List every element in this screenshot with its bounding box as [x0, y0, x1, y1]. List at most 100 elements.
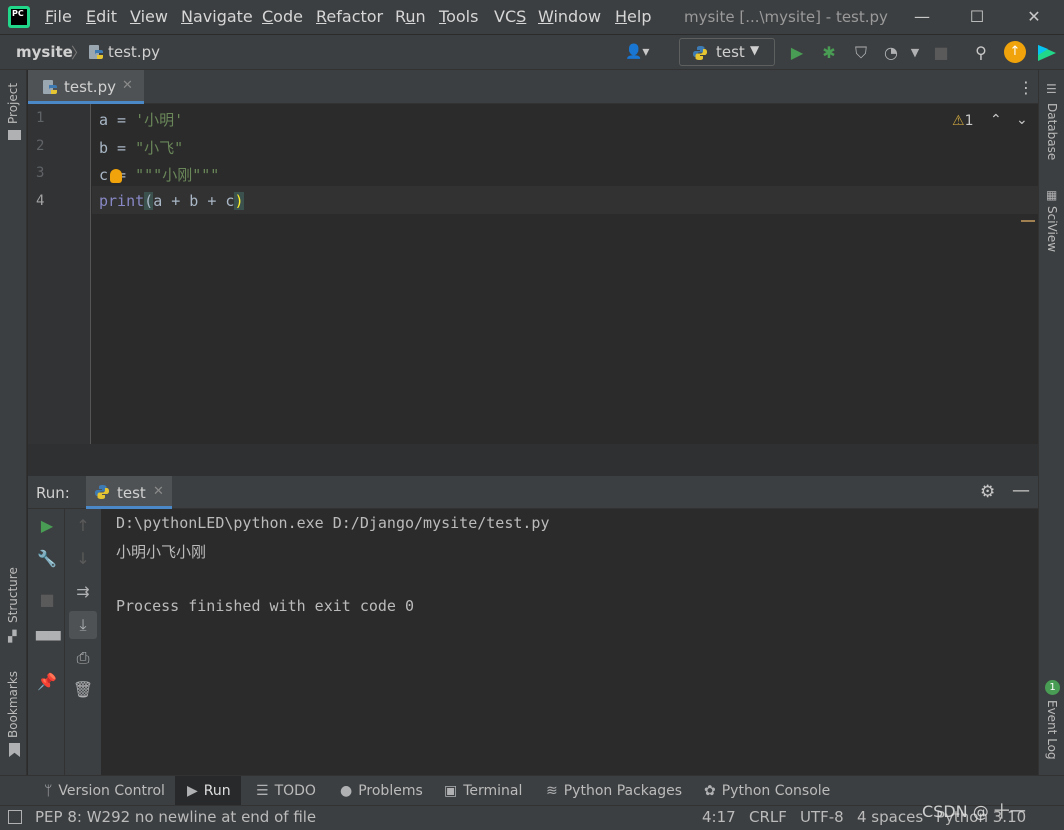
terminal-tab[interactable]: ▣ Terminal [440, 776, 526, 806]
menu-item-text: H [615, 7, 628, 26]
menu-item[interactable]: View [130, 7, 168, 26]
python-file-icon [89, 45, 103, 59]
user-account-icon[interactable]: 👤▾ [625, 44, 655, 62]
sciview-icon: ▦ [1046, 188, 1058, 202]
wrench-icon[interactable]: 🔧 [36, 548, 58, 570]
soft-wrap-icon[interactable]: ⇉ [72, 581, 94, 603]
menu-item-text: indow [553, 7, 602, 26]
menu-item[interactable]: Help [615, 7, 651, 26]
python-console-tab[interactable]: ✿ Python Console [700, 776, 834, 806]
warning-count: 1 [964, 113, 974, 129]
code-token: = [108, 139, 136, 157]
arrow-up-icon[interactable]: ↑ [72, 515, 94, 537]
line-separator[interactable]: CRLF [749, 808, 787, 826]
scroll-to-end-icon[interactable]: ⤓ [69, 611, 97, 639]
tool-window-bar: ᛘ Version Control ▶ Run ☰ TODO ● Problems ▣ T… [0, 775, 1064, 806]
menu-item-text: elp [627, 7, 652, 26]
structure-tool-tab[interactable]: Structure [6, 567, 20, 623]
search-icon[interactable]: ⚲ [970, 42, 992, 64]
stop-icon[interactable]: ■ [930, 42, 952, 64]
coverage-icon[interactable]: ⛉ [850, 42, 872, 64]
rerun-icon[interactable]: ▶ [36, 515, 58, 537]
python-icon: ✿ [704, 783, 716, 799]
project-tool-tab[interactable]: Project [6, 83, 20, 124]
menu-item-text: C [262, 7, 274, 26]
close-tab-icon[interactable]: ✕ [122, 78, 133, 93]
menu-item[interactable]: Refactor [316, 7, 383, 26]
menu-item-text: ile [53, 7, 72, 26]
stop-icon[interactable]: ■ [36, 589, 58, 611]
run-console-output[interactable]: D:\pythonLED\python.exe D:/Django/mysite… [101, 509, 1038, 775]
previous-highlight-icon[interactable]: ⌃ [990, 112, 1002, 128]
sciview-tool-tab[interactable]: SciView [1045, 206, 1059, 252]
menu-item[interactable]: Run [395, 7, 426, 26]
breadcrumb-file[interactable]: test.py [108, 43, 160, 61]
code-token: a + b + c [153, 192, 235, 210]
menu-item[interactable]: Edit [86, 7, 117, 26]
next-highlight-icon[interactable]: ⌄ [1016, 112, 1028, 128]
gear-icon[interactable]: ⚙ [980, 482, 995, 502]
python-packages-tab[interactable]: ≋ Python Packages [542, 776, 686, 806]
arrow-down-icon[interactable]: ↓ [72, 548, 94, 570]
jetbrains-toolbox-icon[interactable] [1036, 43, 1058, 63]
todo-tab[interactable]: ☰ TODO [252, 776, 320, 806]
menu-item[interactable]: VCS [494, 7, 526, 26]
editor-tab-test-py[interactable]: test.py ✕ [28, 70, 144, 104]
toggle-tool-windows-icon[interactable] [8, 810, 22, 824]
menu-item[interactable]: File [45, 7, 72, 26]
version-control-tab[interactable]: ᛘ Version Control [38, 776, 171, 806]
menu-item[interactable]: Window [538, 7, 601, 26]
caret-position[interactable]: 4:17 [702, 808, 736, 826]
bookmarks-tool-tab[interactable]: Bookmarks [6, 671, 20, 738]
scrollbar-marker[interactable] [1021, 220, 1035, 222]
menu-item[interactable]: Navigate [181, 7, 253, 26]
run-configuration-select[interactable]: test ▼ [679, 38, 775, 66]
debug-icon[interactable]: ✱ [818, 42, 840, 64]
code-line-1: a = '小明' [99, 109, 183, 130]
pin-icon[interactable]: 📌 [36, 671, 58, 693]
code-editor[interactable]: 1 2 3 4 a = '小明' b = "小飞" c = """小刚""" p… [28, 104, 1038, 444]
run-tab-test[interactable]: test ✕ [86, 476, 172, 509]
menu-item-text: V [130, 7, 141, 26]
menu-item-text: T [439, 7, 447, 26]
problems-tab[interactable]: ● Problems [336, 776, 427, 806]
breadcrumb-project[interactable]: mysite [16, 43, 73, 61]
status-message[interactable]: PEP 8: W292 no newline at end of file [35, 808, 316, 826]
maximize-button[interactable]: ☐ [960, 4, 994, 30]
chevron-down-icon[interactable]: ▼ [904, 42, 926, 64]
lightbulb-icon[interactable] [110, 169, 122, 183]
warning-indicator[interactable]: ⚠1 [952, 113, 973, 129]
run-tool-tab[interactable]: ▶ Run [175, 776, 241, 806]
menu-item-text: n [415, 7, 426, 26]
more-options-icon[interactable]: ⋮ [1018, 78, 1034, 97]
line-number: 2 [36, 138, 45, 154]
play-icon: ▶ [187, 783, 198, 799]
menu-item-text: S [516, 7, 527, 26]
code-token: ) [234, 192, 244, 210]
hide-panel-icon[interactable]: — [1012, 480, 1030, 501]
run-icon[interactable]: ▶ [786, 42, 808, 64]
menu-item-text: ools [446, 7, 479, 26]
file-encoding[interactable]: UTF-8 [800, 808, 844, 826]
event-log-tool-tab[interactable]: Event Log [1045, 700, 1059, 760]
tab-label: Problems [358, 783, 423, 799]
menu-item[interactable]: Tools [439, 7, 478, 26]
code-string: '小明' [135, 111, 184, 129]
close-tab-icon[interactable]: ✕ [153, 484, 164, 499]
profile-icon[interactable]: ◔ [880, 42, 902, 64]
indent-setting[interactable]: 4 spaces [857, 808, 923, 826]
update-icon[interactable]: ↑ [1004, 41, 1026, 63]
window-title: mysite [...\mysite] - test.py [684, 8, 888, 26]
menu-item-text: ode [273, 7, 303, 26]
layout-icon[interactable]: ▀▀ [36, 630, 61, 652]
trash-icon[interactable]: 🗑 [72, 679, 94, 701]
event-log-badge: 1 [1045, 680, 1060, 695]
python-icon [693, 46, 707, 60]
menu-item[interactable]: Code [262, 7, 303, 26]
minimize-button[interactable]: — [905, 4, 939, 30]
close-window-button[interactable]: ✕ [1017, 4, 1051, 30]
database-tool-tab[interactable]: Database [1045, 103, 1059, 160]
run-toolbar-secondary: ↑ ↓ ⇉ ⤓ ⎙ 🗑 [64, 509, 101, 775]
breadcrumb-separator: 〉 [71, 44, 87, 62]
print-icon[interactable]: ⎙ [72, 647, 94, 669]
